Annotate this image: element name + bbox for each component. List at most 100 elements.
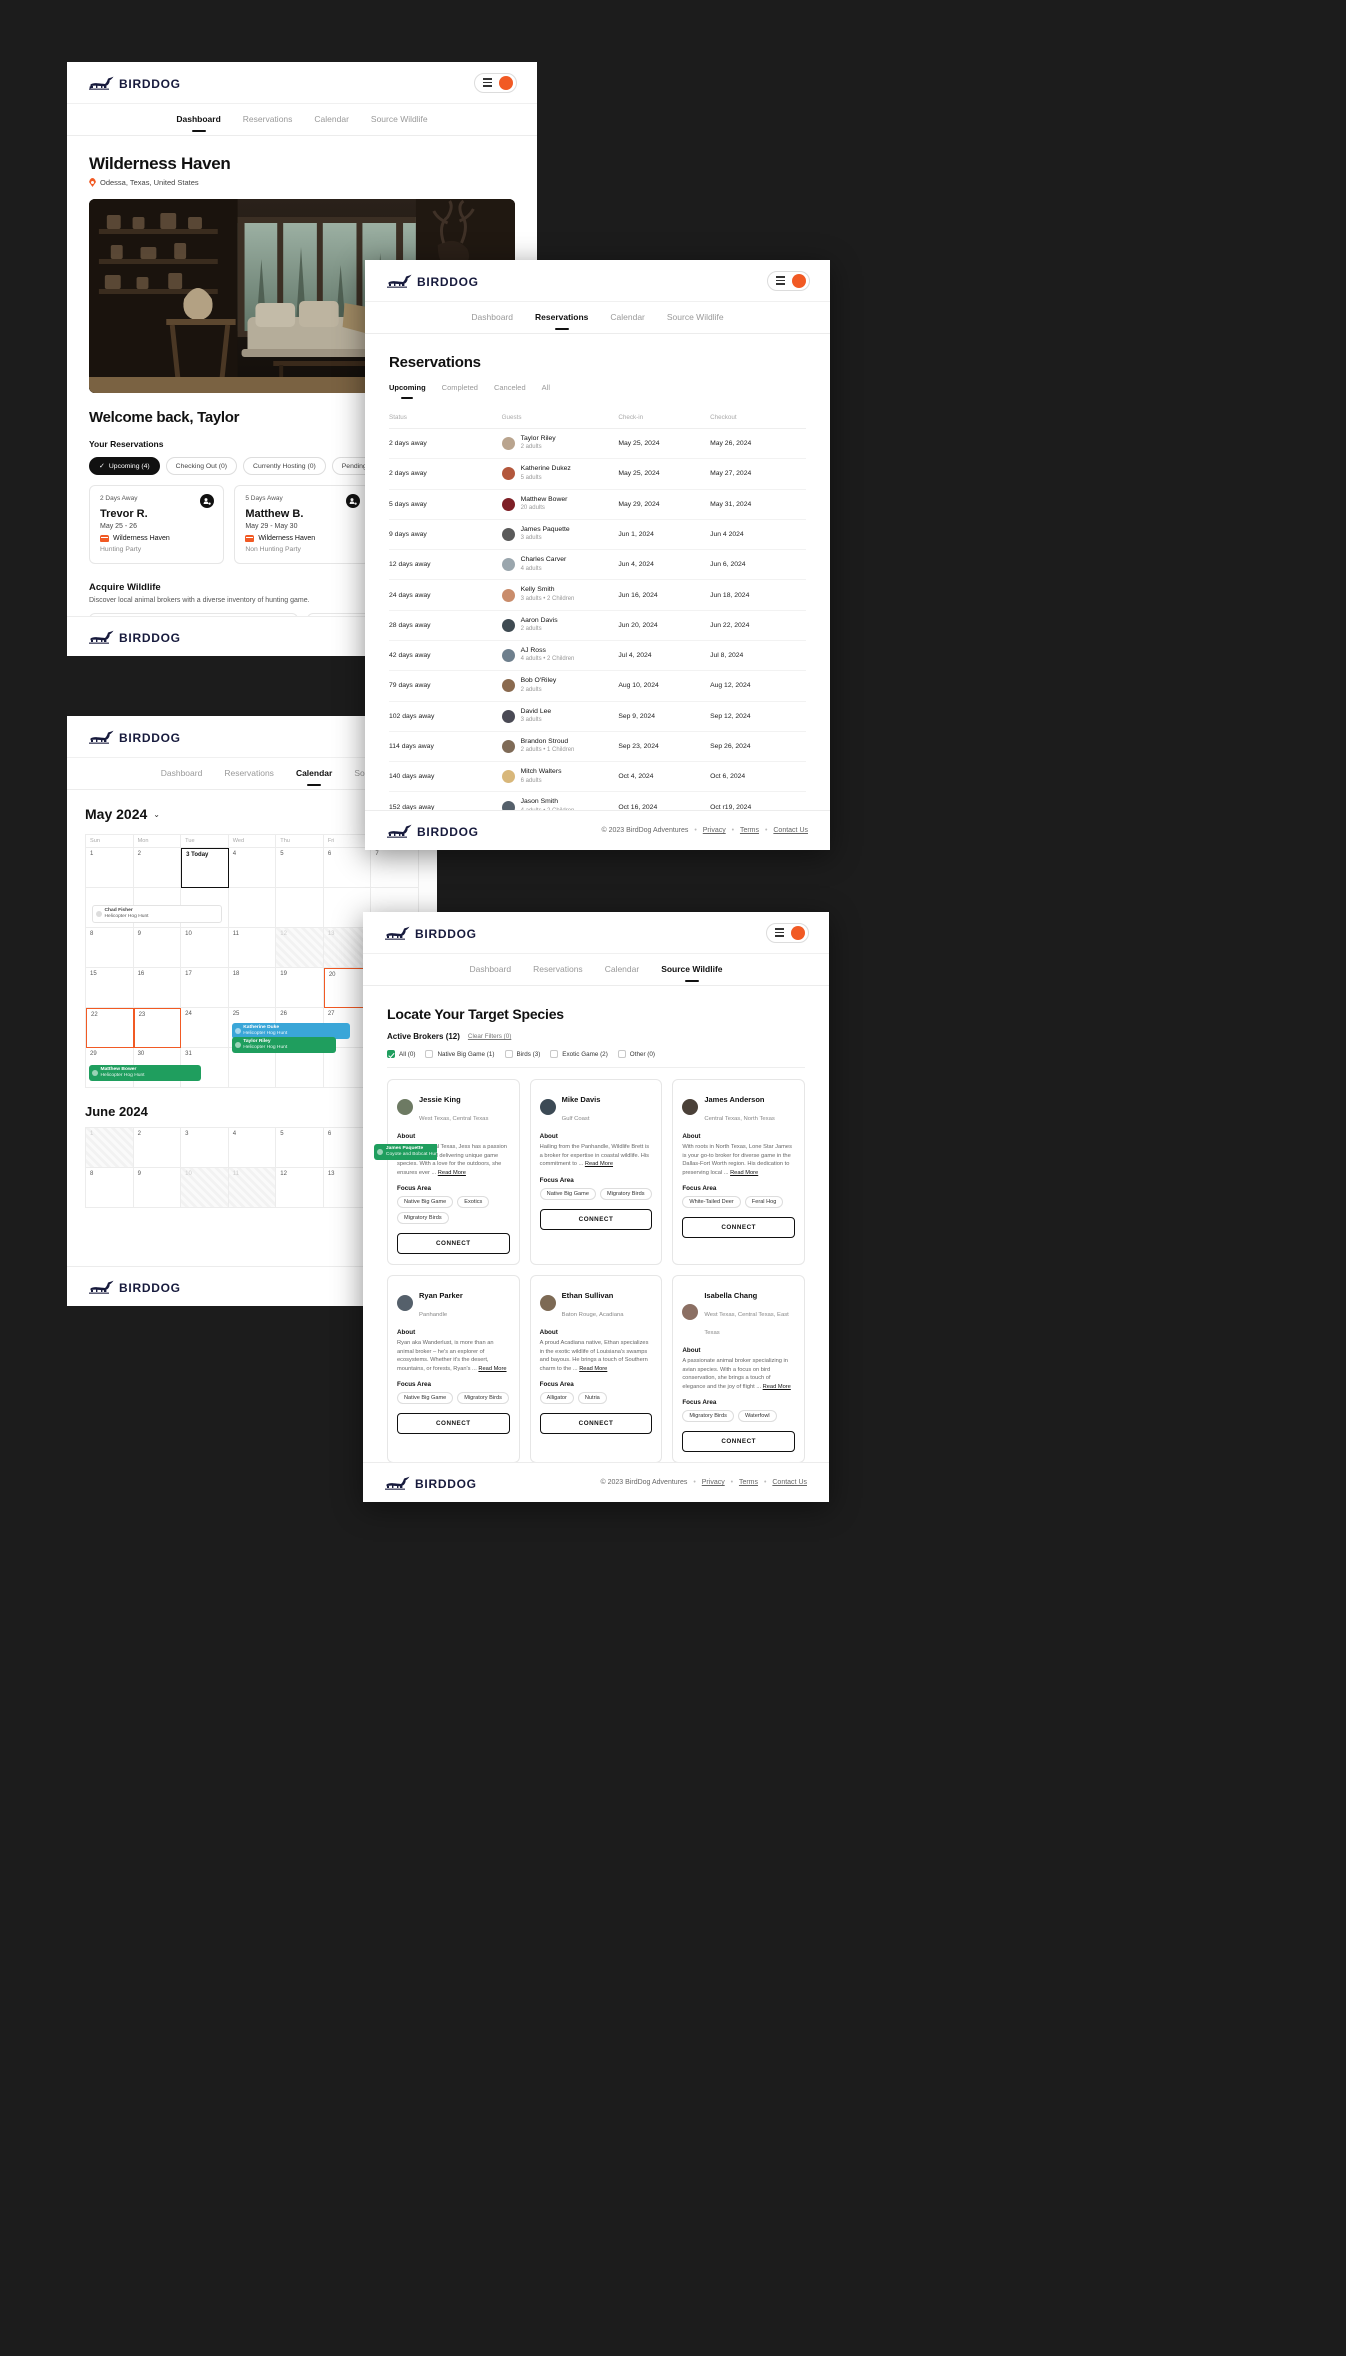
table-row[interactable]: 140 days away Mitch Walters 6 adults Oct 4,… (389, 761, 806, 793)
table-row[interactable]: 28 days away Aaron Davis 2 adults Jun 20, 2… (389, 610, 806, 641)
connect-button[interactable]: CONNECT (682, 1431, 795, 1453)
focus-tag[interactable]: Migratory Birds (599, 1187, 652, 1200)
checkbox-icon[interactable] (617, 1050, 626, 1058)
account-menu-button[interactable] (767, 270, 810, 291)
focus-tag[interactable]: Migratory Birds (682, 1410, 734, 1423)
calendar-day[interactable]: 29 Matthew Bower Helicopter Hog Hunt (86, 1048, 201, 1088)
calendar-event[interactable]: Chad Fisher Helicopter Hog Hunt (92, 905, 222, 924)
nav-dashboard[interactable]: Dashboard (471, 312, 513, 324)
table-row[interactable]: 102 days away David Lee 3 adults Sep 9, 202… (389, 701, 806, 732)
checkbox-icon[interactable] (504, 1050, 513, 1058)
calendar-day[interactable] (276, 888, 324, 928)
birddog-logo[interactable]: BIRDDOG (385, 925, 477, 940)
read-more-link[interactable]: Read More (579, 1366, 607, 1372)
nav-dashboard[interactable]: Dashboard (469, 964, 511, 976)
nav-dashboard[interactable]: Dashboard (176, 114, 220, 126)
focus-tag[interactable]: Feral Hog (744, 1196, 784, 1209)
nav-calendar[interactable]: Calendar (605, 964, 640, 976)
calendar-day[interactable]: Chad Fisher Helicopter Hog Hunt (86, 888, 222, 928)
table-row[interactable]: 114 days away Brandon Stroud 2 adults • 1 … (389, 731, 806, 763)
filter-birds[interactable]: Birds (3) (504, 1050, 540, 1058)
focus-tag[interactable]: Exotics (457, 1196, 490, 1209)
calendar-day[interactable]: 25 Katherine Duke Helicopter Hog Hunt Ta… (228, 1008, 350, 1054)
focus-tag[interactable]: Migratory Birds (457, 1392, 509, 1405)
tab-canceled[interactable]: Canceled (494, 383, 526, 396)
calendar-day-blocked[interactable]: 10 (181, 1168, 229, 1208)
focus-tag[interactable]: White-Tailed Deer (682, 1196, 741, 1209)
connect-button[interactable]: CONNECT (539, 1208, 653, 1230)
focus-tag[interactable]: Native Big Game (539, 1187, 596, 1200)
calendar-day[interactable]: 10 (181, 928, 229, 968)
calendar-day[interactable]: 18 (228, 968, 277, 1008)
filter-other[interactable]: Other (0) (617, 1050, 655, 1058)
filter-native-big-game[interactable]: Native Big Game (1) (425, 1050, 495, 1058)
connect-button[interactable]: CONNECT (682, 1217, 795, 1239)
nav-calendar[interactable]: Calendar (314, 114, 349, 126)
nav-reservations[interactable]: Reservations (535, 312, 588, 324)
footer-link-privacy[interactable]: Privacy (702, 1479, 725, 1486)
calendar-day[interactable]: 19 (276, 968, 324, 1008)
nav-reservations[interactable]: Reservations (533, 964, 583, 976)
calendar-day[interactable]: 6 (323, 848, 372, 888)
chip-checking-out[interactable]: Checking Out (0) (165, 457, 238, 475)
checkbox-icon[interactable] (425, 1050, 434, 1058)
read-more-link[interactable]: Read More (438, 1170, 466, 1176)
calendar-day[interactable]: 4 (228, 1128, 277, 1168)
calendar-event[interactable]: Matthew Bower Helicopter Hog Hunt (89, 1065, 201, 1082)
table-row[interactable]: 2 days away Katherine Dukez 5 adults May 25… (389, 458, 806, 490)
calendar-day[interactable] (228, 1048, 277, 1088)
calendar-day-blocked[interactable]: 1 (86, 1128, 134, 1168)
filter-all[interactable]: All (0) (387, 1050, 415, 1058)
calendar-day[interactable]: 24 (181, 1008, 229, 1048)
table-row[interactable]: 9 days away James Paquette 3 adults Jun 1, … (389, 519, 806, 551)
calendar-day[interactable]: 5 (276, 1128, 324, 1168)
reservation-card[interactable]: 2 Days Away Trevor R. May 25 - 26 Wilder… (89, 485, 225, 564)
footer-link-terms[interactable]: Terms (740, 827, 759, 834)
calendar-day-selected[interactable]: 22 (86, 1008, 134, 1048)
chip-currently-hosting[interactable]: Currently Hosting (0) (243, 457, 326, 475)
calendar-day[interactable]: 8 (86, 928, 134, 968)
read-more-link[interactable]: Read More (763, 1384, 791, 1390)
focus-tag[interactable]: Migratory Birds (397, 1212, 449, 1225)
table-row[interactable]: 24 days away Kelly Smith 3 adults • 2 Chil… (389, 579, 806, 611)
connect-button[interactable]: CONNECT (397, 1233, 510, 1255)
calendar-day[interactable] (228, 888, 277, 928)
filter-exotic-game[interactable]: Exotic Game (2) (550, 1050, 608, 1058)
checkbox-icon[interactable] (387, 1050, 395, 1058)
calendar-day[interactable]: 17 (181, 968, 229, 1008)
nav-calendar[interactable]: Calendar (610, 312, 645, 324)
read-more-link[interactable]: Read More (478, 1366, 506, 1372)
nav-calendar[interactable]: Calendar (296, 768, 332, 780)
account-menu-button[interactable] (766, 922, 809, 943)
tab-completed[interactable]: Completed (442, 383, 478, 396)
calendar-day-blocked[interactable]: 12 (276, 928, 324, 968)
read-more-link[interactable]: Read More (730, 1170, 758, 1176)
birddog-logo[interactable]: BIRDDOG (89, 729, 181, 744)
nav-source-wildlife[interactable]: Source Wildlife (667, 312, 724, 324)
table-row[interactable]: 2 days away Taylor Riley 2 adults May 25, 2… (389, 428, 806, 460)
read-more-link[interactable]: Read More (585, 1161, 613, 1167)
table-row[interactable]: 79 days away Bob O'Riley 2 adults Aug 10, 2… (389, 670, 806, 702)
chip-upcoming[interactable]: ✓ Upcoming (4) (89, 457, 160, 475)
nav-source-wildlife[interactable]: Source Wildlife (371, 114, 428, 126)
nav-source-wildlife[interactable]: Source Wildlife (661, 964, 722, 976)
calendar-day[interactable]: 2 (133, 1128, 182, 1168)
birddog-logo[interactable]: BIRDDOG (387, 273, 479, 288)
nav-dashboard[interactable]: Dashboard (161, 768, 203, 780)
calendar-day[interactable]: 3 (181, 1128, 229, 1168)
footer-link-contact[interactable]: Contact Us (772, 1479, 807, 1486)
nav-reservations[interactable]: Reservations (243, 114, 293, 126)
clear-filters-button[interactable]: Clear Filters (0) (468, 1033, 511, 1040)
calendar-day[interactable]: 12 (276, 1168, 324, 1208)
calendar-day[interactable]: 15 (86, 968, 134, 1008)
calendar-event[interactable]: James Paquette Coyote and Bobcat Hunt (374, 1144, 437, 1161)
birddog-logo[interactable]: BIRDDOG (89, 75, 181, 90)
focus-tag[interactable]: Native Big Game (397, 1196, 454, 1209)
account-menu-button[interactable] (474, 72, 517, 93)
focus-tag[interactable]: Waterfowl (737, 1410, 777, 1423)
calendar-day[interactable] (276, 1048, 324, 1088)
calendar-day-selected[interactable]: 23 (133, 1008, 182, 1048)
calendar-day[interactable]: 8 (86, 1168, 134, 1208)
footer-link-contact[interactable]: Contact Us (773, 827, 808, 834)
calendar-day[interactable]: 1 (86, 848, 134, 888)
